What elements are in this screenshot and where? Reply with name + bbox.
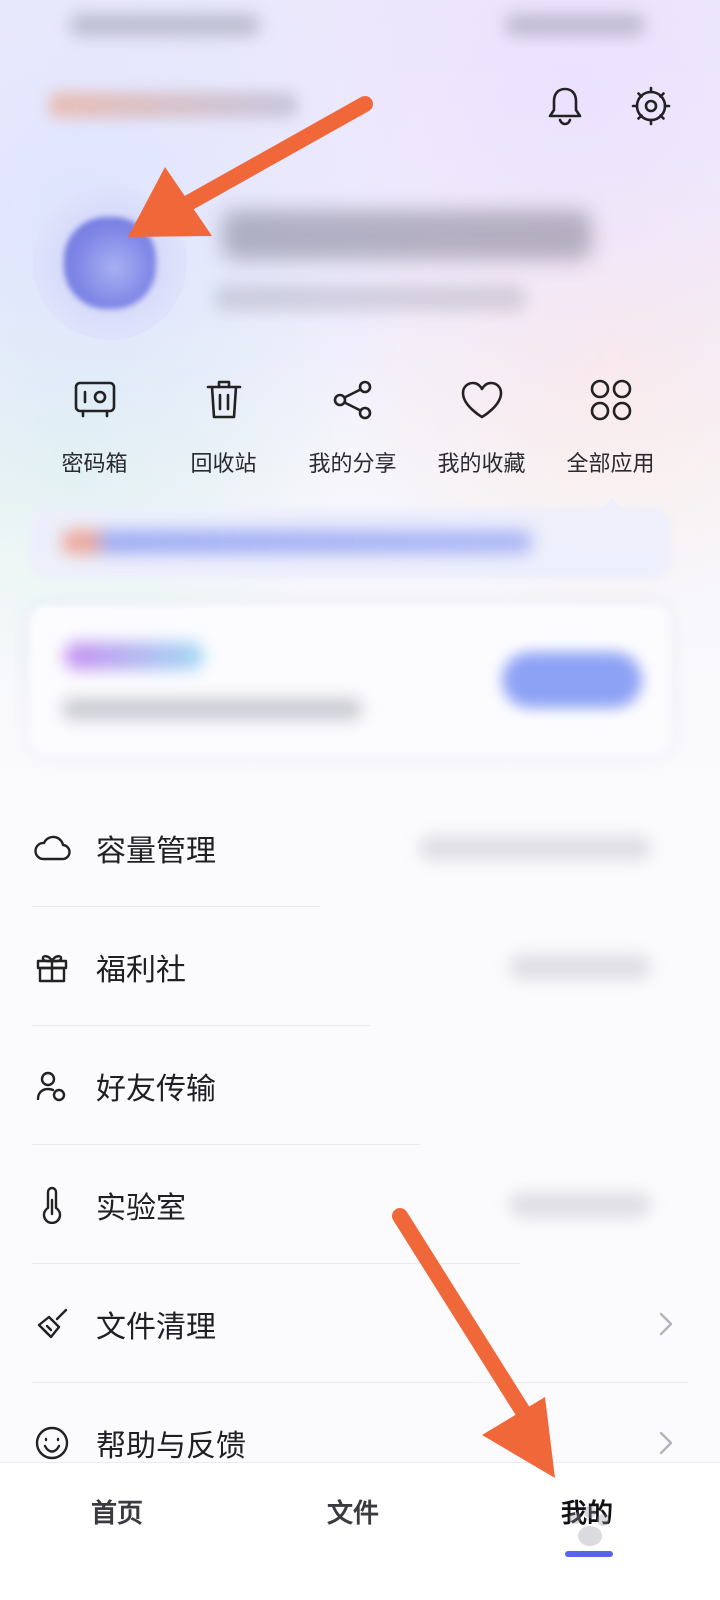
menu-item-welfare[interactable]: 福利社 xyxy=(0,907,720,1026)
gift-icon xyxy=(32,947,72,987)
membership-button-blurred[interactable] xyxy=(502,652,642,708)
settings-gear-icon[interactable] xyxy=(629,84,673,128)
apps-grid-icon xyxy=(587,376,635,424)
menu-item-label: 容量管理 xyxy=(96,833,216,869)
status-bar-left-blurred xyxy=(70,14,260,36)
quick-action-all-apps[interactable]: 全部应用 xyxy=(546,372,675,482)
username-blurred xyxy=(222,210,592,260)
status-bar-right-blurred xyxy=(505,14,645,36)
greeting-blurred xyxy=(48,92,298,118)
cloud-icon xyxy=(32,828,72,868)
menu-item-label: 实验室 xyxy=(96,1190,186,1226)
quick-action-my-shares[interactable]: 我的分享 xyxy=(288,372,417,482)
quick-action-my-favorites[interactable]: 我的收藏 xyxy=(417,372,546,482)
quick-action-label: 我的收藏 xyxy=(437,452,526,477)
quick-action-label: 我的分享 xyxy=(308,452,397,477)
menu-item-lab[interactable]: 实验室 xyxy=(0,1145,720,1264)
menu-item-label: 福利社 xyxy=(96,952,186,988)
membership-tag-blurred xyxy=(64,642,204,670)
menu-item-file-cleanup[interactable]: 文件清理 xyxy=(0,1264,720,1383)
menu-item-value-blurred xyxy=(510,954,650,979)
menu-item-label: 好友传输 xyxy=(96,1071,216,1107)
avatar[interactable] xyxy=(33,186,187,340)
chevron-right-icon xyxy=(654,1431,678,1455)
promo-banner-text-blurred xyxy=(62,530,532,554)
chevron-right-icon xyxy=(654,1312,678,1336)
thermometer-icon xyxy=(32,1185,72,1225)
menu-item-value-blurred xyxy=(510,1192,650,1217)
menu-item-value-blurred xyxy=(420,835,650,860)
tab-files[interactable]: 文件 xyxy=(327,1493,379,1530)
share-icon xyxy=(329,376,377,424)
quick-action-label: 回收站 xyxy=(190,452,257,477)
menu-item-friend-transfer[interactable]: 好友传输 xyxy=(0,1026,720,1145)
user-meta-blurred xyxy=(215,285,525,311)
menu-item-label: 文件清理 xyxy=(96,1309,216,1345)
trash-icon xyxy=(200,376,248,424)
avatar-image xyxy=(64,217,156,309)
membership-text-blurred xyxy=(62,698,362,720)
tab-home[interactable]: 首页 xyxy=(91,1493,143,1530)
menu-item-storage[interactable]: 容量管理 xyxy=(0,788,720,907)
notification-bell-icon[interactable] xyxy=(543,84,587,128)
quick-actions-row: 密码箱 回收站 我的分享 我的收藏 全部应用 xyxy=(30,372,690,482)
smiley-icon xyxy=(32,1423,72,1463)
quick-action-label: 密码箱 xyxy=(61,452,128,477)
broom-icon xyxy=(32,1304,72,1344)
settings-menu: 容量管理 福利社 好友传输 实验室 文件清理 帮助与反馈 xyxy=(0,788,720,1502)
heart-icon xyxy=(458,376,506,424)
quick-action-recycle-bin[interactable]: 回收站 xyxy=(159,372,288,482)
friend-transfer-icon xyxy=(32,1066,72,1106)
quick-action-label: 全部应用 xyxy=(566,452,655,477)
watermark-logo-icon xyxy=(569,1506,609,1546)
menu-item-label: 帮助与反馈 xyxy=(96,1428,246,1464)
safe-box-icon xyxy=(71,376,119,424)
quick-action-password-box[interactable]: 密码箱 xyxy=(30,372,159,482)
